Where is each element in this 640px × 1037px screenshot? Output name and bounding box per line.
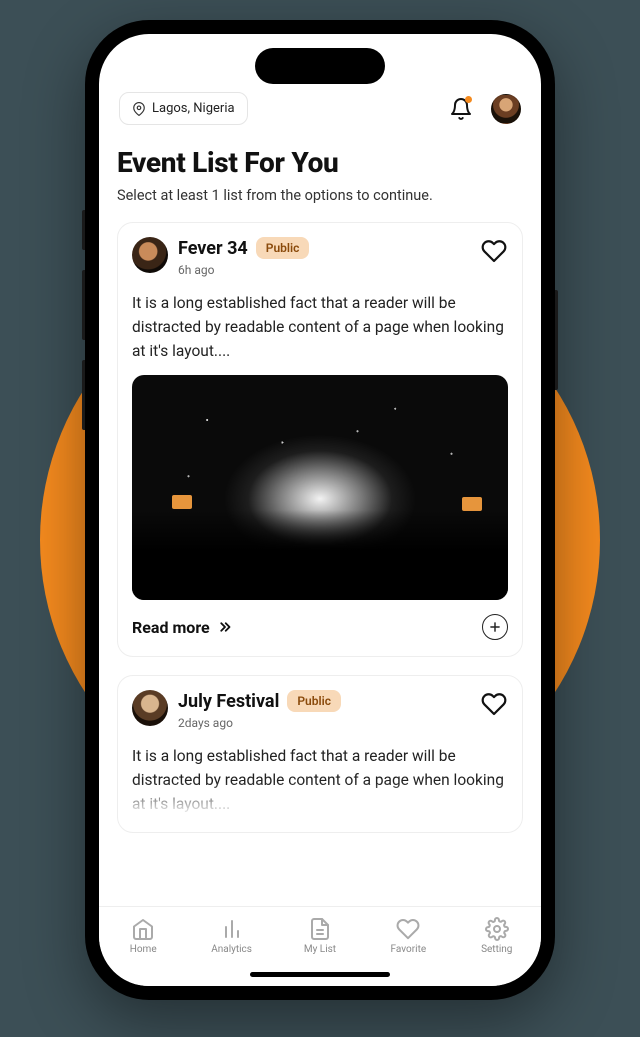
list-icon	[308, 917, 332, 941]
tab-label: Home	[130, 944, 157, 955]
tab-analytics[interactable]: Analytics	[200, 917, 264, 955]
event-description: It is a long established fact that a rea…	[132, 291, 508, 363]
page-subtitle: Select at least 1 list from the options …	[117, 187, 523, 204]
tab-label: Favorite	[391, 944, 427, 955]
home-indicator[interactable]	[250, 972, 390, 977]
phone-screen: Lagos, Nigeria Event List For You Select…	[99, 34, 541, 986]
phone-frame: Lagos, Nigeria Event List For You Select…	[85, 20, 555, 1000]
add-button[interactable]	[482, 614, 508, 640]
read-more-link[interactable]: Read more	[132, 618, 234, 637]
location-chip[interactable]: Lagos, Nigeria	[119, 92, 248, 125]
event-author-avatar[interactable]	[132, 690, 168, 726]
heart-icon	[481, 691, 507, 717]
visibility-badge: Public	[287, 690, 341, 712]
event-image[interactable]	[132, 375, 508, 600]
page-title: Event List For You	[117, 146, 523, 179]
gear-icon	[485, 917, 509, 941]
event-name: Fever 34	[178, 238, 248, 259]
chevrons-right-icon	[216, 618, 234, 636]
notification-dot-icon	[465, 96, 472, 103]
event-card[interactable]: July Festival Public 2days ago It is a l…	[117, 675, 523, 833]
tab-setting[interactable]: Setting	[465, 917, 529, 955]
location-label: Lagos, Nigeria	[152, 101, 235, 116]
home-icon	[131, 917, 155, 941]
tab-label: My List	[304, 944, 336, 955]
event-time-ago: 6h ago	[178, 263, 480, 277]
dynamic-island	[255, 48, 385, 84]
heart-icon	[481, 238, 507, 264]
profile-avatar[interactable]	[491, 94, 521, 124]
event-name: July Festival	[178, 691, 279, 712]
event-card[interactable]: Fever 34 Public 6h ago It is a long esta…	[117, 222, 523, 657]
tab-mylist[interactable]: My List	[288, 917, 352, 955]
visibility-badge: Public	[256, 237, 310, 259]
favorite-button[interactable]	[480, 690, 508, 718]
page-content: Event List For You Select at least 1 lis…	[99, 146, 541, 906]
tab-label: Setting	[481, 944, 512, 955]
read-more-label: Read more	[132, 618, 210, 637]
notifications-button[interactable]	[449, 97, 473, 121]
heart-icon	[396, 917, 420, 941]
event-description: It is a long established fact that a rea…	[132, 744, 508, 816]
favorite-button[interactable]	[480, 237, 508, 265]
tab-label: Analytics	[211, 944, 252, 955]
plus-icon	[488, 620, 502, 634]
event-author-avatar[interactable]	[132, 237, 168, 273]
analytics-icon	[220, 917, 244, 941]
tab-home[interactable]: Home	[111, 917, 175, 955]
tab-favorite[interactable]: Favorite	[376, 917, 440, 955]
location-pin-icon	[132, 102, 146, 116]
event-time-ago: 2days ago	[178, 716, 480, 730]
top-bar: Lagos, Nigeria	[99, 92, 541, 125]
